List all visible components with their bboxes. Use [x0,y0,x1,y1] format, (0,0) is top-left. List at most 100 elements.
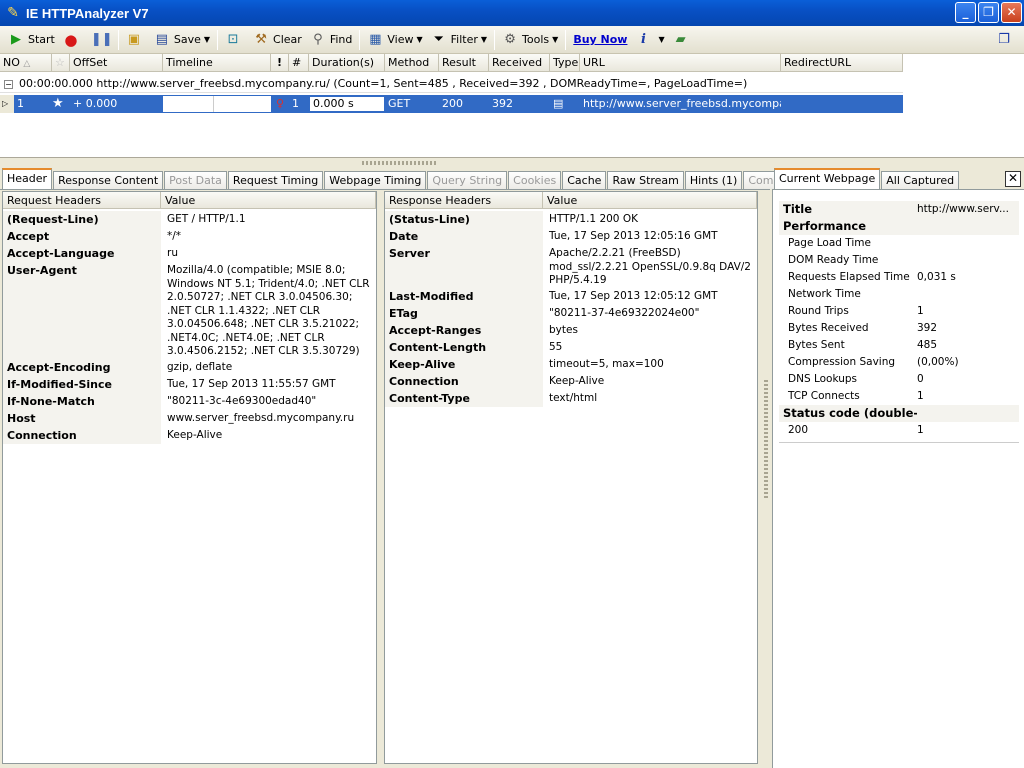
summary-value: 1 [917,390,924,402]
pause-button[interactable]: ❚❚ [87,28,115,52]
tab-webpage-timing[interactable]: Webpage Timing [324,171,427,189]
close-button[interactable]: ✕ [1001,2,1022,23]
header-row[interactable]: Server Apache/2.2.21 (FreeBSD) mod_ssl/2.… [385,245,757,288]
summary-row[interactable]: Requests Elapsed Time 0,031 s [779,269,1019,286]
start-button[interactable]: ▶ Start [4,28,59,52]
col-redirect-url[interactable]: RedirectURL [781,54,903,72]
open-button[interactable]: ▣ [122,28,150,52]
collapse-icon[interactable]: − [4,79,13,89]
summary-row[interactable]: TCP Connects 1 [779,388,1019,405]
tab-cache[interactable]: Cache [562,171,607,189]
col-duration[interactable]: Duration(s) [309,54,385,72]
vertical-splitter[interactable] [760,190,772,768]
summary-row[interactable]: Page Load Time [779,235,1019,252]
summary-value: 392 [917,322,938,334]
col-offset[interactable]: OffSet [70,54,163,72]
header-row[interactable]: Connection Keep-Alive [3,427,376,444]
header-row[interactable]: If-Modified-Since Tue, 17 Sep 2013 11:55:… [3,376,376,393]
tab-raw-stream[interactable]: Raw Stream [607,171,684,189]
tools-button[interactable]: ⚙ Tools ▼ [498,28,562,52]
header-name: Keep-Alive [385,356,543,373]
header-row[interactable]: Last-Modified Tue, 17 Sep 2013 12:05:12 G… [385,288,757,305]
summary-key: Title [783,202,813,216]
header-name: Accept-Ranges [385,322,543,339]
buy-now-link[interactable]: Buy Now [569,28,631,52]
col-no[interactable]: NO △ [0,54,52,72]
header-value: */* [167,230,182,242]
tab-header[interactable]: Header [2,168,53,189]
summary-row[interactable]: DNS Lookups 0 [779,371,1019,388]
horizontal-splitter[interactable] [0,158,1024,168]
col-method[interactable]: Method [385,54,439,72]
summary-row[interactable]: 200 1 [779,422,1019,439]
col-result[interactable]: Result [439,54,489,72]
info-button[interactable]: i ▼ [631,28,668,52]
tab-post-data: Post Data [164,171,227,189]
record-stop-icon: ● [64,30,78,49]
save-button[interactable]: ▤ Save ▼ [150,28,214,52]
group-row[interactable]: −00:00:00.000 http://www.server_freebsd.… [0,75,903,93]
close-panel-button[interactable]: ✕ [1005,171,1021,187]
header-row[interactable]: Content-Type text/html [385,390,757,407]
view-button[interactable]: ▦ View ▼ [363,28,426,52]
header-row[interactable]: Date Tue, 17 Sep 2013 12:05:16 GMT [385,228,757,245]
header-row[interactable]: ETag "80211-37-4e69322024e00" [385,305,757,322]
broom-icon: ⚒ [255,31,267,47]
summary-row[interactable]: Status code (double-... [779,405,1019,422]
col-count[interactable]: # [289,54,309,72]
header-row[interactable]: Accept-Language ru [3,245,376,262]
summary-row[interactable]: Compression Saving (0,00%) [779,354,1019,371]
help-button[interactable]: ▰ [669,28,697,52]
header-row[interactable]: Connection Keep-Alive [385,373,757,390]
header-row[interactable]: (Request-Line) GET / HTTP/1.1 [3,211,376,228]
filter-button[interactable]: ⏷ Filter ▼ [427,28,491,52]
summary-row[interactable]: Performance [779,218,1019,235]
header-row[interactable]: (Status-Line) HTTP/1.1 200 OK [385,211,757,228]
timeline-bar [214,96,271,112]
header-value: GET / HTTP/1.1 [167,213,246,225]
tab-all-captured[interactable]: All Captured [881,171,960,189]
session-grid[interactable]: NO △ ☆ OffSet Timeline ! # Duration(s) M… [0,54,1024,158]
tab-current-webpage[interactable]: Current Webpage [774,168,881,189]
response-headers-pane[interactable]: Response Headers Value (Status-Line) HTTP… [384,191,758,764]
summary-row[interactable]: Bytes Received 392 [779,320,1019,337]
header-row[interactable]: Host www.server_freebsd.mycompany.ru [3,410,376,427]
capture-button[interactable]: ⊡ [221,28,249,52]
stop-button[interactable]: ● [59,28,87,52]
summary-row[interactable]: Bytes Sent 485 [779,337,1019,354]
summary-key: Round Trips [788,305,849,317]
col-flag[interactable]: ! [271,54,289,72]
col-star[interactable]: ☆ [52,54,70,72]
star-icon: ☆ [55,56,65,69]
clear-button[interactable]: ⚒ Clear [249,28,306,52]
summary-row[interactable]: Title http://www.serv... [779,201,1019,218]
summary-row[interactable]: Round Trips 1 [779,303,1019,320]
tab-request-timing[interactable]: Request Timing [227,171,324,189]
header-row[interactable]: Accept-Ranges bytes [385,322,757,339]
header-value: www.server_freebsd.mycompany.ru [167,412,355,424]
col-received[interactable]: Received [489,54,550,72]
request-headers-pane[interactable]: Request Headers Value (Request-Line) GET … [2,191,377,764]
col-timeline[interactable]: Timeline [163,54,271,72]
restore-layout-button[interactable]: ❐ [992,28,1020,52]
col-type[interactable]: Type [550,54,580,72]
col-url[interactable]: URL [580,54,781,72]
maximize-button[interactable]: ❐ [978,2,999,23]
header-row[interactable]: Keep-Alive timeout=5, max=100 [385,356,757,373]
minimize-button[interactable]: _ [955,2,976,23]
table-row[interactable]: ▷ 1 ★ + 0.000 ♀ 1 0.000 s GET 200 392 ▤ … [0,95,903,113]
header-row[interactable]: User-Agent Mozilla/4.0 (compatible; MSIE … [3,262,376,359]
tab-response-content[interactable]: Response Content [53,171,164,189]
header-row[interactable]: Content-Length 55 [385,339,757,356]
summary-pane[interactable]: Title http://www.serv... Performance Page L… [772,190,1024,768]
header-value: Keep-Alive [167,429,223,441]
header-row[interactable]: Accept */* [3,228,376,245]
find-button[interactable]: ⚲ Find [306,28,357,52]
header-row[interactable]: If-None-Match "80211-3c-4e69300edad40" [3,393,376,410]
summary-row[interactable]: Network Time [779,286,1019,303]
summary-value [917,235,1019,252]
summary-row[interactable]: DOM Ready Time [779,252,1019,269]
header-name: Accept-Encoding [3,359,161,376]
header-row[interactable]: Accept-Encoding gzip, deflate [3,359,376,376]
tab-hints-1[interactable]: Hints (1) [684,171,743,189]
